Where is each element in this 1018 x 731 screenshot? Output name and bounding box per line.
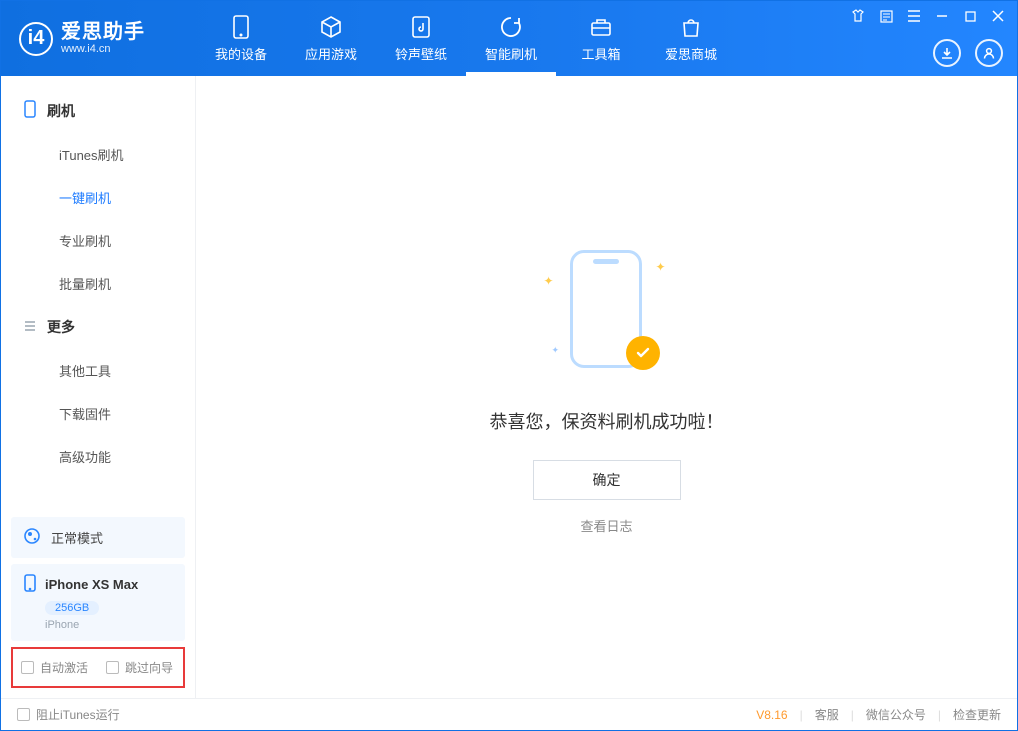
download-button[interactable] [933, 39, 961, 67]
toolbox-icon [588, 14, 614, 40]
bag-icon [678, 14, 704, 40]
tab-label: 工具箱 [581, 44, 620, 63]
ok-button[interactable]: 确定 [533, 460, 681, 500]
top-tabs: 我的设备 应用游戏 铃声壁纸 智能刷机 工具箱 爱思商城 [196, 1, 736, 76]
note-icon[interactable] [877, 7, 895, 25]
tab-label: 铃声壁纸 [395, 44, 447, 63]
main-content: ✦ ✦ ✦ 恭喜您，保资料刷机成功啦！ 确定 查看日志 [196, 76, 1017, 698]
mode-panel[interactable]: 正常模式 [11, 517, 185, 558]
checkbox-label: 阻止iTunes运行 [36, 706, 120, 723]
window-controls [849, 7, 1007, 25]
version-label: V8.16 [756, 708, 787, 722]
app-title: 爱思助手 [61, 21, 145, 43]
sparkle-icon: ✦ [552, 345, 560, 356]
device-icon [23, 574, 37, 595]
refresh-shield-icon [498, 14, 524, 40]
highlighted-options: 自动激活 跳过向导 [11, 647, 185, 688]
footer-link-update[interactable]: 检查更新 [953, 706, 1001, 723]
section-title: 刷机 [47, 101, 75, 121]
user-button[interactable] [975, 39, 1003, 67]
checkbox-skip-wizard[interactable]: 跳过向导 [106, 659, 173, 676]
device-name: iPhone XS Max [45, 577, 138, 592]
sidebar-item-oneclick-flash[interactable]: 一键刷机 [1, 176, 195, 219]
view-log-link[interactable]: 查看日志 [580, 516, 632, 535]
sparkle-icon: ✦ [655, 260, 665, 274]
tab-store[interactable]: 爱思商城 [646, 1, 736, 76]
sidebar-item-other-tools[interactable]: 其他工具 [1, 349, 195, 392]
logo-icon: i4 [19, 22, 53, 56]
footer-link-support[interactable]: 客服 [815, 706, 839, 723]
section-title: 更多 [47, 317, 75, 337]
tab-device[interactable]: 我的设备 [196, 1, 286, 76]
success-illustration: ✦ ✦ ✦ [552, 240, 662, 380]
menu-icon[interactable] [905, 7, 923, 25]
tab-apps[interactable]: 应用游戏 [286, 1, 376, 76]
tab-ringtone[interactable]: 铃声壁纸 [376, 1, 466, 76]
sidebar-item-batch-flash[interactable]: 批量刷机 [1, 262, 195, 305]
phone-icon [228, 14, 254, 40]
minimize-icon[interactable] [933, 7, 951, 25]
app-subtitle: www.i4.cn [61, 43, 145, 55]
device-capacity: 256GB [45, 601, 99, 615]
device-type: iPhone [45, 619, 79, 631]
footer-link-wechat[interactable]: 微信公众号 [866, 706, 926, 723]
sidebar-item-pro-flash[interactable]: 专业刷机 [1, 219, 195, 262]
maximize-icon[interactable] [961, 7, 979, 25]
checkbox-icon [106, 661, 119, 674]
close-icon[interactable] [989, 7, 1007, 25]
sidebar-section-flash: 刷机 [1, 88, 195, 133]
checkbox-auto-activate[interactable]: 自动激活 [21, 659, 88, 676]
list-icon [23, 319, 37, 336]
sidebar-section-more: 更多 [1, 305, 195, 349]
checkbox-icon [17, 708, 30, 721]
tab-label: 我的设备 [215, 44, 267, 63]
checkmark-badge-icon [626, 336, 660, 370]
sidebar: 刷机 iTunes刷机 一键刷机 专业刷机 批量刷机 更多 其他工具 下载固件 … [1, 76, 196, 698]
checkbox-label: 自动激活 [40, 659, 88, 676]
device-panel[interactable]: iPhone XS Max 256GB iPhone [11, 564, 185, 641]
checkbox-icon [21, 661, 34, 674]
mode-label: 正常模式 [51, 528, 103, 547]
checkbox-label: 跳过向导 [125, 659, 173, 676]
logo-area: i4 爱思助手 www.i4.cn [1, 1, 196, 76]
titlebar: i4 爱思助手 www.i4.cn 我的设备 应用游戏 铃声壁纸 智能刷机 [1, 1, 1017, 76]
tshirt-icon[interactable] [849, 7, 867, 25]
music-file-icon [408, 14, 434, 40]
success-message: 恭喜您，保资料刷机成功啦！ [490, 408, 724, 434]
sparkle-icon: ✦ [544, 274, 554, 288]
cube-icon [318, 14, 344, 40]
tab-label: 智能刷机 [485, 44, 537, 63]
sidebar-item-download-firmware[interactable]: 下载固件 [1, 392, 195, 435]
footer: 阻止iTunes运行 V8.16 | 客服 | 微信公众号 | 检查更新 [1, 698, 1017, 730]
tab-label: 应用游戏 [305, 44, 357, 63]
tab-flash[interactable]: 智能刷机 [466, 1, 556, 76]
tab-toolbox[interactable]: 工具箱 [556, 1, 646, 76]
sidebar-item-advanced[interactable]: 高级功能 [1, 435, 195, 478]
mode-icon [23, 527, 41, 548]
checkbox-block-itunes[interactable]: 阻止iTunes运行 [17, 706, 120, 723]
phone-outline-icon [23, 100, 37, 121]
tab-label: 爱思商城 [665, 44, 717, 63]
sidebar-item-itunes-flash[interactable]: iTunes刷机 [1, 133, 195, 176]
